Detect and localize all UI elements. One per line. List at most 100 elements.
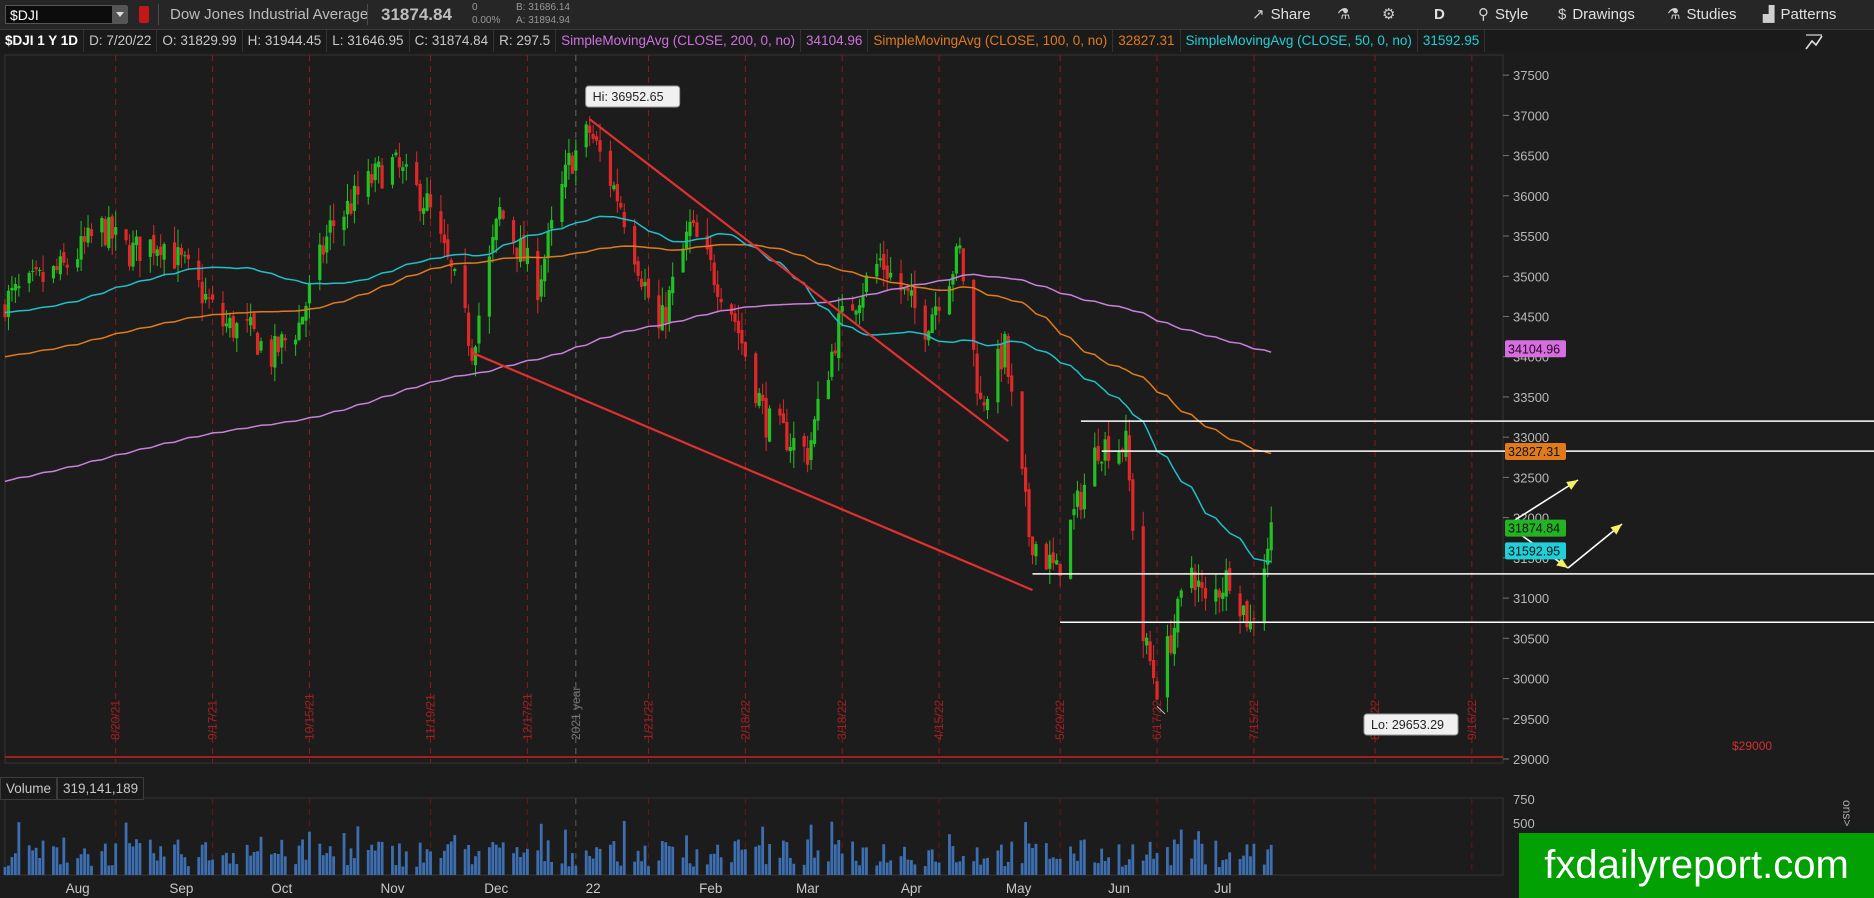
x-month-label: Dec [484, 881, 508, 896]
volume-bar [380, 841, 384, 875]
candle-body [906, 287, 910, 291]
candle-body [352, 185, 357, 211]
price-chart[interactable]: 8/20/21 9/17/21 10/15/21 11/19/21 12/17/21 20… [0, 0, 1874, 898]
volume-bar [470, 864, 474, 875]
candle-body [255, 332, 260, 355]
volume-bar [173, 844, 176, 875]
volume-bar [425, 849, 429, 875]
candle-body [252, 313, 256, 330]
volume-bar [636, 850, 640, 875]
candle-body [1169, 635, 1173, 653]
volume-bar [858, 865, 861, 875]
candle-body [633, 225, 637, 265]
volume-bar [1034, 843, 1038, 875]
volume-bar [1076, 860, 1079, 875]
candle-body [304, 305, 308, 321]
volume-bar [3, 866, 7, 875]
volume-bar [297, 845, 301, 875]
share-button[interactable]: ↗ Share [1252, 0, 1311, 29]
volume-header: Volume 319,141,189 [0, 777, 145, 800]
period-button[interactable]: D [1434, 0, 1445, 29]
candle-body [588, 125, 592, 133]
candle-body [297, 322, 301, 340]
candle-body [172, 242, 177, 269]
volume-bar [422, 862, 426, 875]
candle-body [442, 234, 446, 244]
candle-body [515, 247, 519, 258]
candle-body [826, 379, 830, 400]
date-gridline-label: 10/15/21 [302, 693, 316, 740]
volume-bar [356, 826, 360, 875]
volume-bar [1200, 843, 1204, 875]
candle-body [975, 353, 979, 394]
studies-button[interactable]: ⚗ Studies [1667, 0, 1737, 29]
chart-legend: $DJI 1 Y 1D D: 7/20/22 O: 31829.99 H: 31944… [0, 30, 1800, 52]
volume-bar [83, 848, 86, 875]
candle-body [321, 245, 325, 255]
candle-body [82, 236, 87, 242]
x-month-label: Feb [699, 881, 722, 896]
style-button[interactable]: ⚲ Style [1478, 0, 1528, 29]
volume-bar [1107, 857, 1111, 875]
symbol-dropdown-icon[interactable] [112, 6, 128, 23]
volume-bar [1152, 858, 1155, 875]
candle-body [366, 171, 370, 197]
candle-body [619, 202, 623, 208]
settings-button[interactable]: ⚙ [1382, 0, 1401, 29]
volume-bar [743, 849, 747, 875]
candle-body [1151, 660, 1156, 679]
volume-bar [1228, 852, 1232, 875]
volume-tick-label: 500 [1513, 816, 1535, 831]
candle-body [806, 448, 810, 465]
volume-bar [1082, 839, 1086, 875]
volume-bar [200, 844, 204, 875]
volume-bar [1044, 843, 1048, 875]
candle-body [176, 247, 180, 266]
candle-body [228, 318, 232, 329]
date-gridline-label: 1/21/22 [641, 700, 655, 740]
candle-body [1127, 435, 1131, 481]
volume-bar [346, 865, 349, 875]
volume-bar [186, 866, 190, 875]
candle-body [716, 284, 720, 297]
candle-body [543, 258, 547, 282]
volume-bar [1269, 844, 1273, 875]
candle-body [1190, 567, 1194, 589]
price-tag-label: 31874.84 [1508, 522, 1560, 536]
volume-bar [439, 857, 443, 875]
candle-body [328, 220, 332, 233]
candle-body [612, 185, 616, 190]
volume-bar [446, 844, 450, 875]
patterns-button[interactable]: ▟ Patterns [1763, 0, 1836, 29]
volume-bar [633, 861, 637, 875]
alert-flag-icon[interactable] [139, 6, 149, 23]
candle-body [449, 259, 453, 267]
beaker-button[interactable]: ⚗ [1337, 0, 1356, 29]
candle-body [477, 315, 481, 344]
candle-body [1245, 601, 1249, 628]
instrument-name: Dow Jones Industrial Average [170, 6, 369, 23]
price-tag-label: 31592.95 [1508, 544, 1560, 558]
candle-body [709, 245, 713, 260]
candle-body [1228, 568, 1232, 591]
y-tick-label: 35500 [1513, 229, 1549, 244]
volume-bar [494, 844, 498, 875]
studies-side-tab[interactable]: ons> [1840, 800, 1854, 826]
volume-bar [951, 846, 955, 875]
drawing-tool-icon[interactable] [1803, 31, 1825, 53]
volume-bar [1079, 840, 1083, 875]
drawings-button[interactable]: $ Drawings [1558, 0, 1635, 29]
candle-body [788, 447, 792, 452]
candle-body [1148, 641, 1152, 662]
volume-bar [657, 860, 661, 875]
candle-body [567, 152, 571, 166]
volume-bar [183, 857, 187, 875]
volume-bar [1179, 829, 1183, 875]
symbol-input[interactable]: $DJI [5, 5, 127, 24]
candle-body [162, 244, 166, 260]
candle-body [463, 265, 467, 309]
y-tick-label: 29000 [1513, 752, 1549, 767]
volume-bar [86, 854, 90, 875]
candle-body [17, 286, 21, 289]
volume-bar [591, 858, 595, 875]
